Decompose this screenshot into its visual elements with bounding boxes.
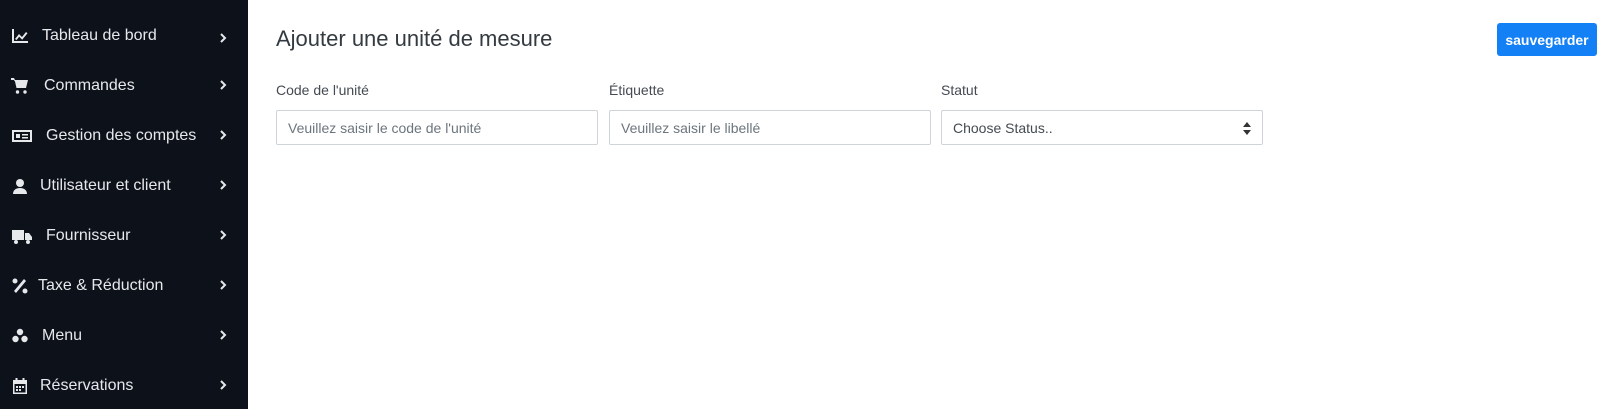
sidebar-item-gestion-des-comptes[interactable]: Gestion des comptes	[0, 111, 248, 161]
status-label: Statut	[941, 82, 978, 98]
sidebar-item-commandes[interactable]: Commandes	[0, 61, 248, 111]
label-label: Étiquette	[609, 82, 665, 98]
sidebar-item-label: Gestion des comptes	[46, 127, 197, 144]
percent-icon	[11, 277, 29, 295]
app: Tableau de bord Commandes Gestion des co…	[0, 0, 1600, 409]
chevron-right-icon	[218, 327, 228, 340]
chevron-right-icon	[218, 377, 228, 390]
save-button[interactable]: sauvegarder	[1497, 23, 1597, 56]
sidebar-item-fournisseur[interactable]: Fournisseur	[0, 211, 248, 261]
money-card-icon	[11, 127, 33, 145]
chevron-right-icon	[218, 227, 228, 240]
status-select[interactable]: Choose Status..	[941, 110, 1263, 145]
chevron-right-icon	[218, 177, 228, 190]
menu-icon	[11, 327, 29, 345]
sidebar-item-label: Taxe & Réduction	[38, 277, 164, 294]
sidebar: Tableau de bord Commandes Gestion des co…	[0, 0, 248, 409]
chevron-right-icon	[218, 127, 228, 140]
sidebar-item-reservations[interactable]: Réservations	[0, 361, 248, 409]
sidebar-item-label: Commandes	[44, 77, 135, 94]
truck-icon	[11, 227, 33, 245]
sidebar-item-menu[interactable]: Menu	[0, 311, 248, 361]
cart-icon	[11, 77, 29, 95]
chevron-right-icon	[218, 30, 228, 43]
sidebar-item-label: Réservations	[40, 377, 134, 394]
sidebar-item-label: Fournisseur	[46, 227, 131, 244]
sidebar-item-label: Tableau de bord	[42, 27, 157, 44]
sidebar-item-taxe-reduction[interactable]: Taxe & Réduction	[0, 261, 248, 311]
status-selected-value: Choose Status..	[953, 119, 1053, 136]
chart-line-icon	[11, 27, 29, 45]
sidebar-item-label: Menu	[42, 327, 83, 344]
sort-arrows-icon	[1243, 122, 1251, 135]
sidebar-item-label: Utilisateur et client	[40, 177, 171, 194]
sidebar-item-utilisateur-et-client[interactable]: Utilisateur et client	[0, 161, 248, 211]
page-title: Ajouter une unité de mesure	[276, 26, 553, 51]
chevron-right-icon	[218, 277, 228, 290]
chevron-right-icon	[218, 77, 228, 90]
main-content: Ajouter une unité de mesure sauvegarder …	[248, 0, 1600, 409]
sidebar-item-tableau-de-bord[interactable]: Tableau de bord	[0, 11, 248, 61]
code-label: Code de l'unité	[276, 82, 369, 98]
unit-label-input[interactable]	[609, 110, 931, 145]
user-icon	[11, 177, 29, 195]
calendar-icon	[11, 377, 29, 395]
unit-code-input[interactable]	[276, 110, 598, 145]
